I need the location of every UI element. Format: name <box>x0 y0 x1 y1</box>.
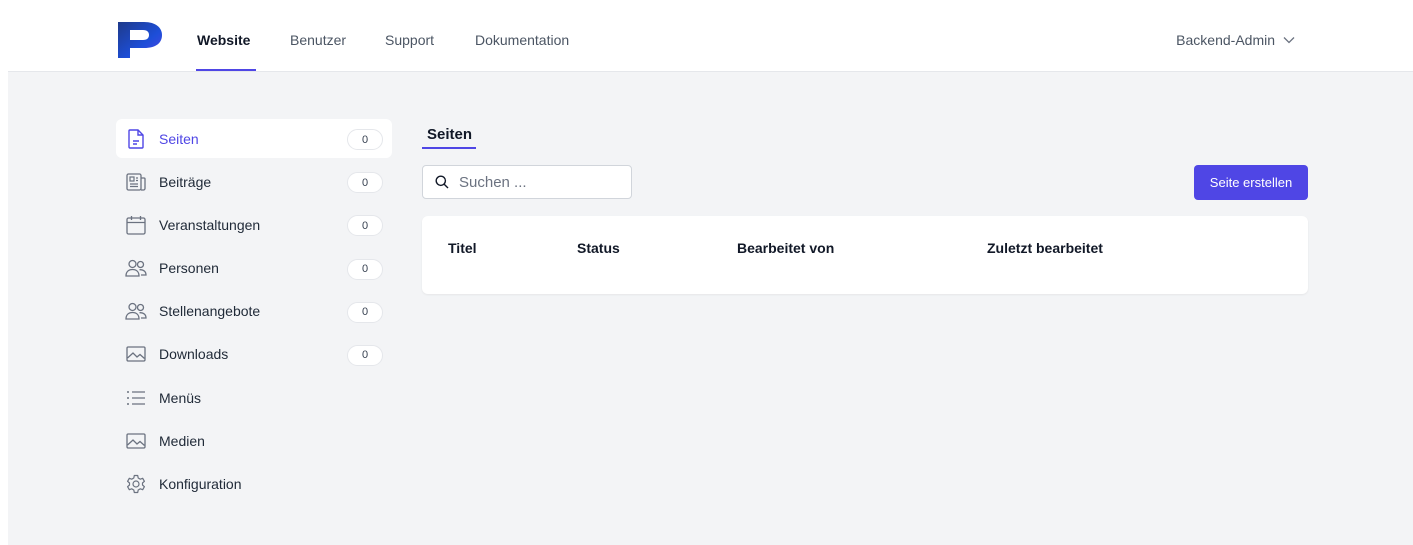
tab-benutzer[interactable]: Benutzer <box>290 32 346 48</box>
column-header-zuletzt-bearbeitet[interactable]: Zuletzt bearbeitet <box>987 240 1103 256</box>
image-icon <box>125 343 147 365</box>
sidebar-item-menues[interactable]: Menüs <box>116 378 392 417</box>
sidebar-item-label: Personen <box>159 260 219 277</box>
sidebar-item-label: Medien <box>159 432 205 449</box>
count-badge: 0 <box>347 215 383 237</box>
users-icon <box>125 300 147 322</box>
tab-dokumentation[interactable]: Dokumentation <box>475 32 569 48</box>
sidebar-item-veranstaltungen[interactable]: Veranstaltungen 0 <box>116 205 392 244</box>
sidebar-item-label: Veranstaltungen <box>159 216 261 233</box>
users-icon <box>125 257 147 279</box>
tab-support[interactable]: Support <box>385 32 434 48</box>
sidebar-item-label: Seiten <box>159 130 199 147</box>
count-badge: 0 <box>347 258 383 280</box>
search-icon <box>435 175 449 189</box>
sidebar-item-label: Beiträge <box>159 173 212 190</box>
chevron-down-icon <box>1283 37 1295 44</box>
document-icon <box>125 128 147 150</box>
create-page-button[interactable]: Seite erstellen <box>1194 165 1308 200</box>
sidebar-item-label: Konfiguration <box>159 476 242 492</box>
window-left-edge <box>0 8 8 545</box>
list-icon <box>125 387 147 409</box>
column-header-titel[interactable]: Titel <box>448 240 477 256</box>
sidebar-item-beitraege[interactable]: Beiträge 0 <box>116 162 392 201</box>
count-badge: 0 <box>347 301 383 323</box>
count-badge: 0 <box>347 172 383 194</box>
sidebar-item-downloads[interactable]: Downloads 0 <box>116 335 392 374</box>
page-title: Seiten <box>427 126 473 143</box>
user-menu-label: Backend-Admin <box>1176 32 1275 48</box>
search-input[interactable] <box>459 173 619 191</box>
top-navigation-bar: Website Benutzer Support Dokumentation B… <box>8 8 1413 72</box>
sidebar-item-medien[interactable]: Medien <box>116 421 392 460</box>
column-header-status[interactable]: Status <box>577 240 620 256</box>
calendar-icon <box>125 214 147 236</box>
title-underline <box>422 147 476 149</box>
sidebar-item-personen[interactable]: Personen 0 <box>116 249 392 288</box>
sidebar-item-konfiguration[interactable]: Konfiguration <box>116 465 392 504</box>
sidebar-item-label: Stellenangebote <box>159 303 261 320</box>
tab-website[interactable]: Website <box>197 32 250 48</box>
app-logo[interactable] <box>116 22 162 58</box>
active-tab-indicator <box>196 69 256 71</box>
sidebar-item-stellenangebote[interactable]: Stellenangebote 0 <box>116 292 392 331</box>
sidebar-item-label: Downloads <box>159 346 229 363</box>
window-top-edge <box>0 0 1413 8</box>
search-field[interactable] <box>422 165 632 199</box>
count-badge: 0 <box>347 344 383 366</box>
pages-table: Titel Status Bearbeitet von Zuletzt bear… <box>422 216 1308 294</box>
image-icon <box>125 430 147 452</box>
sidebar-item-seiten[interactable]: Seiten 0 <box>116 119 392 158</box>
sidebar-item-label: Menüs <box>159 389 202 406</box>
sidebar: Seiten 0 Beiträge 0 Veranstaltungen 0 Pe… <box>116 119 392 508</box>
gear-icon <box>125 473 147 495</box>
newspaper-icon <box>125 171 147 193</box>
count-badge: 0 <box>347 129 383 150</box>
column-header-bearbeitet-von[interactable]: Bearbeitet von <box>737 240 834 256</box>
user-menu[interactable]: Backend-Admin <box>1176 32 1295 48</box>
